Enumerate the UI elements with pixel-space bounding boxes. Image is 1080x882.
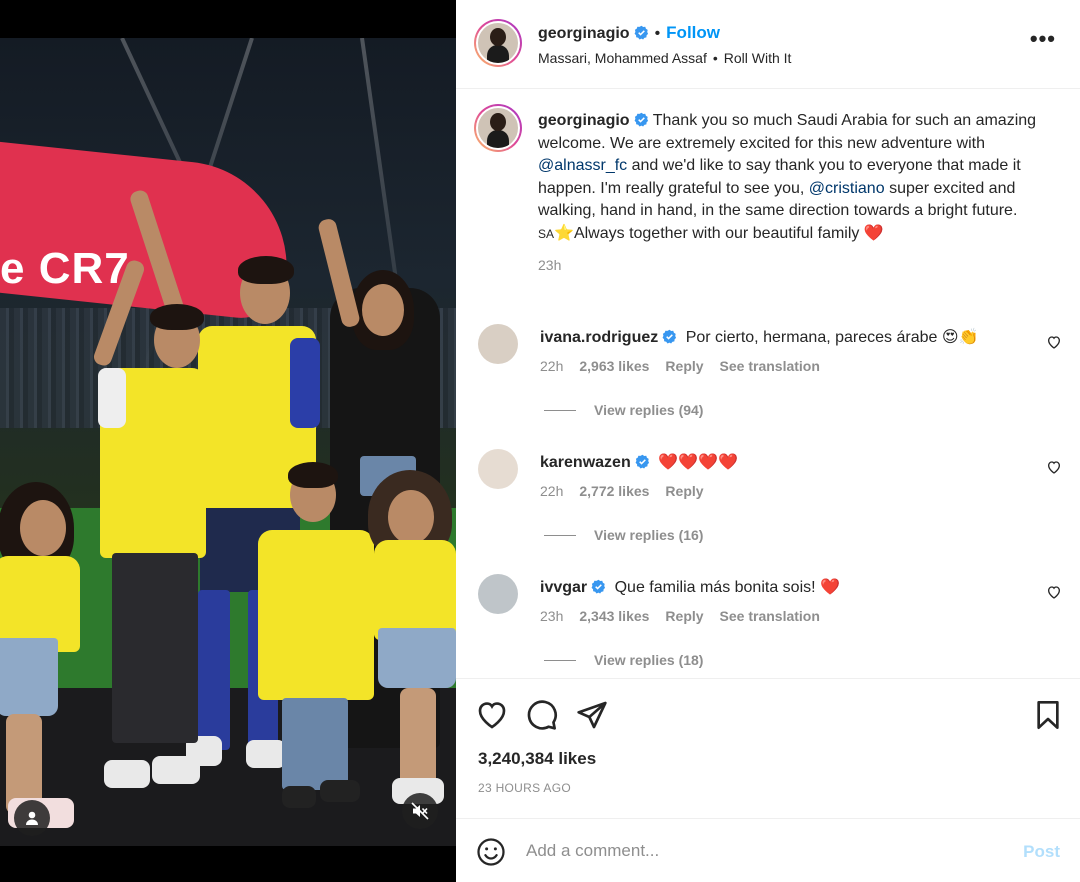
comment-username[interactable]: ivvgar [540, 579, 587, 596]
audio-track-link[interactable]: Massari, Mohammed Assaf • Roll With It [538, 50, 791, 66]
user-icon [26, 811, 38, 825]
reply-button[interactable]: Reply [665, 483, 703, 499]
post-timestamp[interactable]: 23 HOURS AGO [478, 781, 571, 795]
author-avatar[interactable] [474, 19, 522, 67]
view-replies-button[interactable]: View replies (18) [544, 652, 703, 668]
more-options-icon[interactable]: ••• [1030, 28, 1056, 50]
post-comment-button[interactable]: Post [1023, 842, 1060, 862]
comment-time: 22h [540, 483, 564, 499]
post-likes-count[interactable]: 3,240,384 likes [478, 749, 596, 769]
see-translation-button[interactable]: See translation [720, 358, 820, 374]
like-comment-heart-icon[interactable] [1046, 334, 1062, 350]
post-header: georginagio • Follow Massari, Mohammed Ass… [456, 0, 1080, 89]
caption-username[interactable]: georginagio [538, 112, 630, 129]
mention-alnassr[interactable]: @alnassr_fc [538, 157, 627, 174]
see-translation-button[interactable]: See translation [720, 608, 820, 624]
like-heart-icon[interactable] [476, 699, 508, 731]
comment-avatar[interactable] [478, 324, 518, 364]
view-replies-button[interactable]: View replies (94) [544, 402, 703, 418]
star-emoji: ⭐ [554, 224, 574, 242]
comment-time: 22h [540, 358, 564, 374]
verified-badge-icon [591, 579, 606, 594]
banner-text: e CR7 [0, 244, 130, 293]
comment-meta: 22h 2,772 likes Reply [540, 483, 720, 499]
post-media[interactable]: e CR7 [0, 0, 456, 882]
mention-cristiano[interactable]: @cristiano [809, 180, 885, 197]
comment-body: Por cierto, hermana, pareces árabe 😍👏 [685, 329, 979, 346]
verified-badge-icon [634, 25, 648, 40]
add-comment-bar: Post [456, 818, 1080, 882]
comment-meta: 23h 2,343 likes Reply See translation [540, 608, 836, 624]
audio-title: Roll With It [723, 50, 792, 66]
comment-avatar[interactable] [478, 574, 518, 614]
comment-body: Que familia más bonita sois! ❤️ [614, 579, 840, 596]
caption-author-avatar[interactable] [474, 104, 522, 152]
comment-username[interactable]: ivana.rodriguez [540, 329, 658, 346]
header-separator: • [654, 25, 661, 42]
comments-list[interactable]: georginagio Thank you so much Saudi Arab… [456, 90, 1080, 678]
comment-meta: 22h 2,963 likes Reply See translation [540, 358, 836, 374]
post-side-panel: georginagio • Follow Massari, Mohammed Ass… [456, 0, 1080, 882]
comment-likes[interactable]: 2,772 likes [579, 483, 649, 499]
audio-artist: Massari, Mohammed Assaf [538, 50, 707, 66]
comment-likes[interactable]: 2,963 likes [579, 358, 649, 374]
comment-text-row: ivana.rodriguez Por cierto, hermana, par… [540, 327, 978, 347]
comment-body: ❤️❤️❤️❤️ [658, 454, 738, 471]
comment-time: 23h [540, 608, 564, 624]
reply-button[interactable]: Reply [665, 608, 703, 624]
reply-button[interactable]: Reply [665, 358, 703, 374]
comment-avatar[interactable] [478, 449, 518, 489]
comment-text-row: karenwazen ❤️❤️❤️❤️ [540, 452, 738, 472]
author-username[interactable]: georginagio [538, 25, 630, 42]
verified-badge-icon [662, 329, 677, 344]
speaker-muted-icon [411, 802, 429, 820]
flag-sa: SA [538, 226, 555, 241]
emoji-picker-icon[interactable] [476, 837, 506, 867]
bookmark-icon[interactable] [1032, 699, 1064, 731]
comment-likes[interactable]: 2,343 likes [579, 608, 649, 624]
post-caption: georginagio Thank you so much Saudi Arab… [538, 110, 1058, 276]
heart-emoji: ❤️ [863, 224, 884, 242]
comment-bubble-icon[interactable] [526, 699, 558, 731]
follow-button[interactable]: Follow [666, 23, 720, 42]
verified-badge-icon [634, 112, 648, 127]
like-comment-heart-icon[interactable] [1046, 459, 1062, 475]
like-comment-heart-icon[interactable] [1046, 584, 1062, 600]
audio-separator: • [712, 50, 718, 66]
post-photo: e CR7 [0, 38, 456, 846]
caption-time: 23h [538, 256, 562, 273]
verified-badge-icon [635, 454, 649, 469]
view-replies-button[interactable]: View replies (16) [544, 527, 703, 543]
caption-text-4: Always together with our beautiful famil… [573, 224, 860, 242]
instagram-post-dialog: e CR7 georginagio • Follow Massari, Moha… [0, 0, 1080, 882]
share-send-icon[interactable] [576, 699, 608, 731]
mute-button[interactable] [402, 793, 438, 829]
comment-username[interactable]: karenwazen [540, 454, 631, 471]
comment-text-row: ivvgar Que familia más bonita sois! ❤️ [540, 577, 840, 597]
comment-input[interactable] [526, 834, 1006, 868]
user-tag-button[interactable] [14, 800, 50, 836]
header-title-row: georginagio • Follow [538, 23, 720, 43]
post-actions: 3,240,384 likes 23 HOURS AGO [456, 678, 1080, 818]
